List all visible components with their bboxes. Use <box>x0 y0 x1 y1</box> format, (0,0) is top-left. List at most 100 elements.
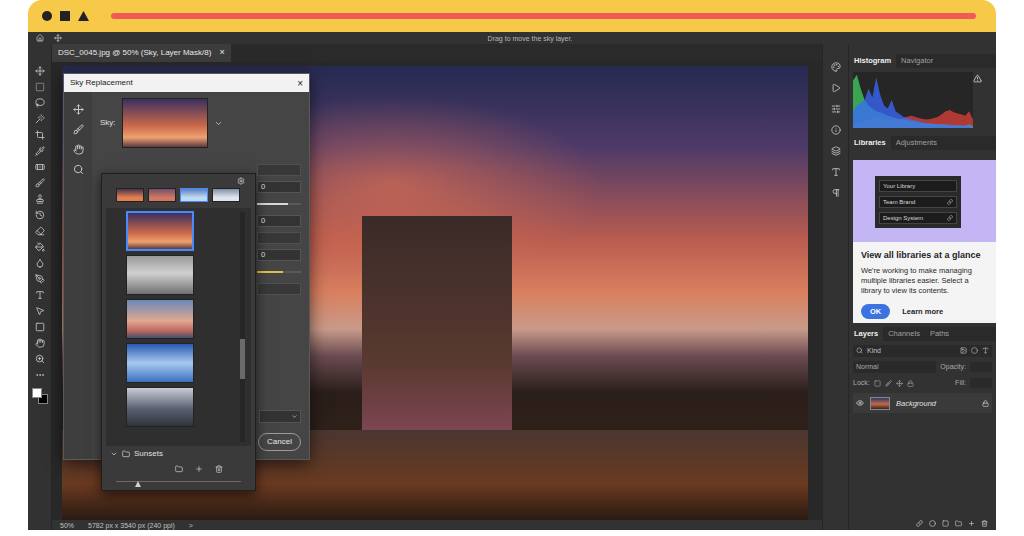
dialog-close[interactable]: × <box>297 76 303 91</box>
type-icon[interactable] <box>35 290 45 300</box>
recent-sky-thumbnail[interactable] <box>148 188 176 202</box>
learn-more-link[interactable]: Learn more <box>902 306 943 317</box>
stamp-icon[interactable] <box>35 194 45 204</box>
empty-field[interactable] <box>257 283 301 295</box>
sky-thumbnail[interactable] <box>122 98 208 148</box>
group-icon[interactable] <box>955 520 962 527</box>
properties-icon[interactable] <box>831 104 841 114</box>
link-icon[interactable] <box>916 520 923 527</box>
ok-button[interactable]: OK <box>861 304 890 319</box>
layers-panel-icon[interactable] <box>831 146 841 156</box>
path-select-icon[interactable] <box>35 306 45 316</box>
sky-preset[interactable] <box>126 387 194 427</box>
visibility-icon[interactable] <box>856 399 864 407</box>
value-field[interactable]: 0 <box>257 215 301 227</box>
adjust-filter-icon[interactable] <box>971 347 978 354</box>
shape-icon[interactable] <box>35 322 45 332</box>
library-item[interactable]: Team Brand <box>879 196 957 208</box>
new-layer-icon[interactable] <box>968 520 975 527</box>
lock-pixels-icon[interactable] <box>874 380 881 387</box>
panel-tab[interactable]: Navigator <box>896 54 938 68</box>
fill-field[interactable] <box>970 378 992 388</box>
document-tab[interactable]: DSC_0045.jpg @ 50% (Sky, Layer Mask/8)× <box>52 44 231 62</box>
panel-tab[interactable]: Paths <box>925 327 954 341</box>
size-slider[interactable] <box>116 476 241 490</box>
color-icon[interactable] <box>831 62 841 72</box>
layer-filter[interactable]: Kind <box>853 345 992 357</box>
panel-tab[interactable]: Adjustments <box>891 136 942 150</box>
add-icon[interactable] <box>195 465 203 473</box>
mask-icon[interactable] <box>942 520 949 527</box>
home-icon[interactable] <box>36 34 44 42</box>
panel-tab[interactable]: Histogram <box>849 54 896 68</box>
eyedropper-icon[interactable] <box>35 146 45 156</box>
expand-icon[interactable] <box>110 450 118 458</box>
warning-icon[interactable] <box>973 74 982 83</box>
cancel-button[interactable]: Cancel <box>258 433 301 451</box>
lock-all-icon[interactable] <box>907 380 914 387</box>
pen-icon[interactable] <box>35 274 45 284</box>
pixel-filter-icon[interactable] <box>960 347 967 354</box>
library-item[interactable]: Design System <box>879 212 957 224</box>
character-icon[interactable] <box>831 167 841 177</box>
hand-icon[interactable] <box>73 144 84 155</box>
crop-icon[interactable] <box>35 130 45 140</box>
marquee-icon[interactable] <box>35 82 45 92</box>
scroll-thumb[interactable] <box>240 339 245 379</box>
empty-field[interactable] <box>257 164 301 176</box>
tab-close[interactable]: × <box>219 46 224 60</box>
lock-move-icon[interactable] <box>896 380 903 387</box>
status-arrow[interactable]: > <box>189 522 193 529</box>
scrollbar[interactable] <box>240 212 245 442</box>
library-item[interactable]: Your Library <box>879 180 957 192</box>
fx-icon[interactable] <box>929 520 936 527</box>
info-icon[interactable] <box>831 125 841 135</box>
blur-icon[interactable] <box>35 258 45 268</box>
zoom-icon[interactable] <box>73 164 84 175</box>
folder-row[interactable]: Sunsets <box>102 446 255 462</box>
type-filter-icon[interactable] <box>982 347 989 354</box>
move-icon[interactable] <box>35 66 45 76</box>
value-field[interactable]: 0 <box>257 181 301 193</box>
trash-icon[interactable] <box>215 465 223 473</box>
brush-icon[interactable] <box>73 124 84 135</box>
gear-icon[interactable] <box>237 177 245 185</box>
move-icon[interactable] <box>73 104 84 115</box>
lock-paint-icon[interactable] <box>885 380 892 387</box>
panel-tab[interactable]: Libraries <box>849 136 891 150</box>
more-icon[interactable] <box>35 370 45 380</box>
panel-tab[interactable]: Channels <box>883 327 925 341</box>
sky-preset[interactable] <box>126 343 194 383</box>
panel-tab[interactable]: Layers <box>849 327 883 341</box>
play-icon[interactable] <box>831 83 841 93</box>
lasso-icon[interactable] <box>35 98 45 108</box>
move-icon[interactable] <box>54 34 62 42</box>
sky-preset[interactable] <box>126 255 194 295</box>
foreground-swatch[interactable] <box>32 388 42 398</box>
hand-icon[interactable] <box>35 338 45 348</box>
paint-bucket-icon[interactable] <box>35 242 45 252</box>
blend-mode[interactable]: Normal <box>853 361 936 374</box>
delete-icon[interactable] <box>981 520 988 527</box>
eraser-icon[interactable] <box>35 226 45 236</box>
value-field[interactable]: 0 <box>257 249 301 261</box>
brush-icon[interactable] <box>35 178 45 188</box>
opacity-field[interactable] <box>970 362 992 372</box>
paragraph-icon[interactable] <box>831 188 841 198</box>
zoom-icon[interactable] <box>35 354 45 364</box>
recent-sky-thumbnail[interactable] <box>116 188 144 202</box>
new-group-icon[interactable] <box>175 465 183 473</box>
output-select[interactable] <box>259 410 301 423</box>
history-brush-icon[interactable] <box>35 210 45 220</box>
color-swatches[interactable] <box>32 388 48 404</box>
layer-row[interactable]: Background <box>853 393 992 413</box>
slider[interactable] <box>257 266 301 278</box>
recent-sky-thumbnail[interactable] <box>180 188 208 202</box>
healing-icon[interactable] <box>35 162 45 172</box>
sky-preset[interactable] <box>126 299 194 339</box>
sky-dropdown-icon[interactable] <box>214 119 223 128</box>
slider[interactable] <box>257 198 301 210</box>
magic-wand-icon[interactable] <box>35 114 45 124</box>
sky-preset[interactable] <box>126 211 194 251</box>
dialog-titlebar[interactable]: Sky Replacement× <box>64 74 309 92</box>
